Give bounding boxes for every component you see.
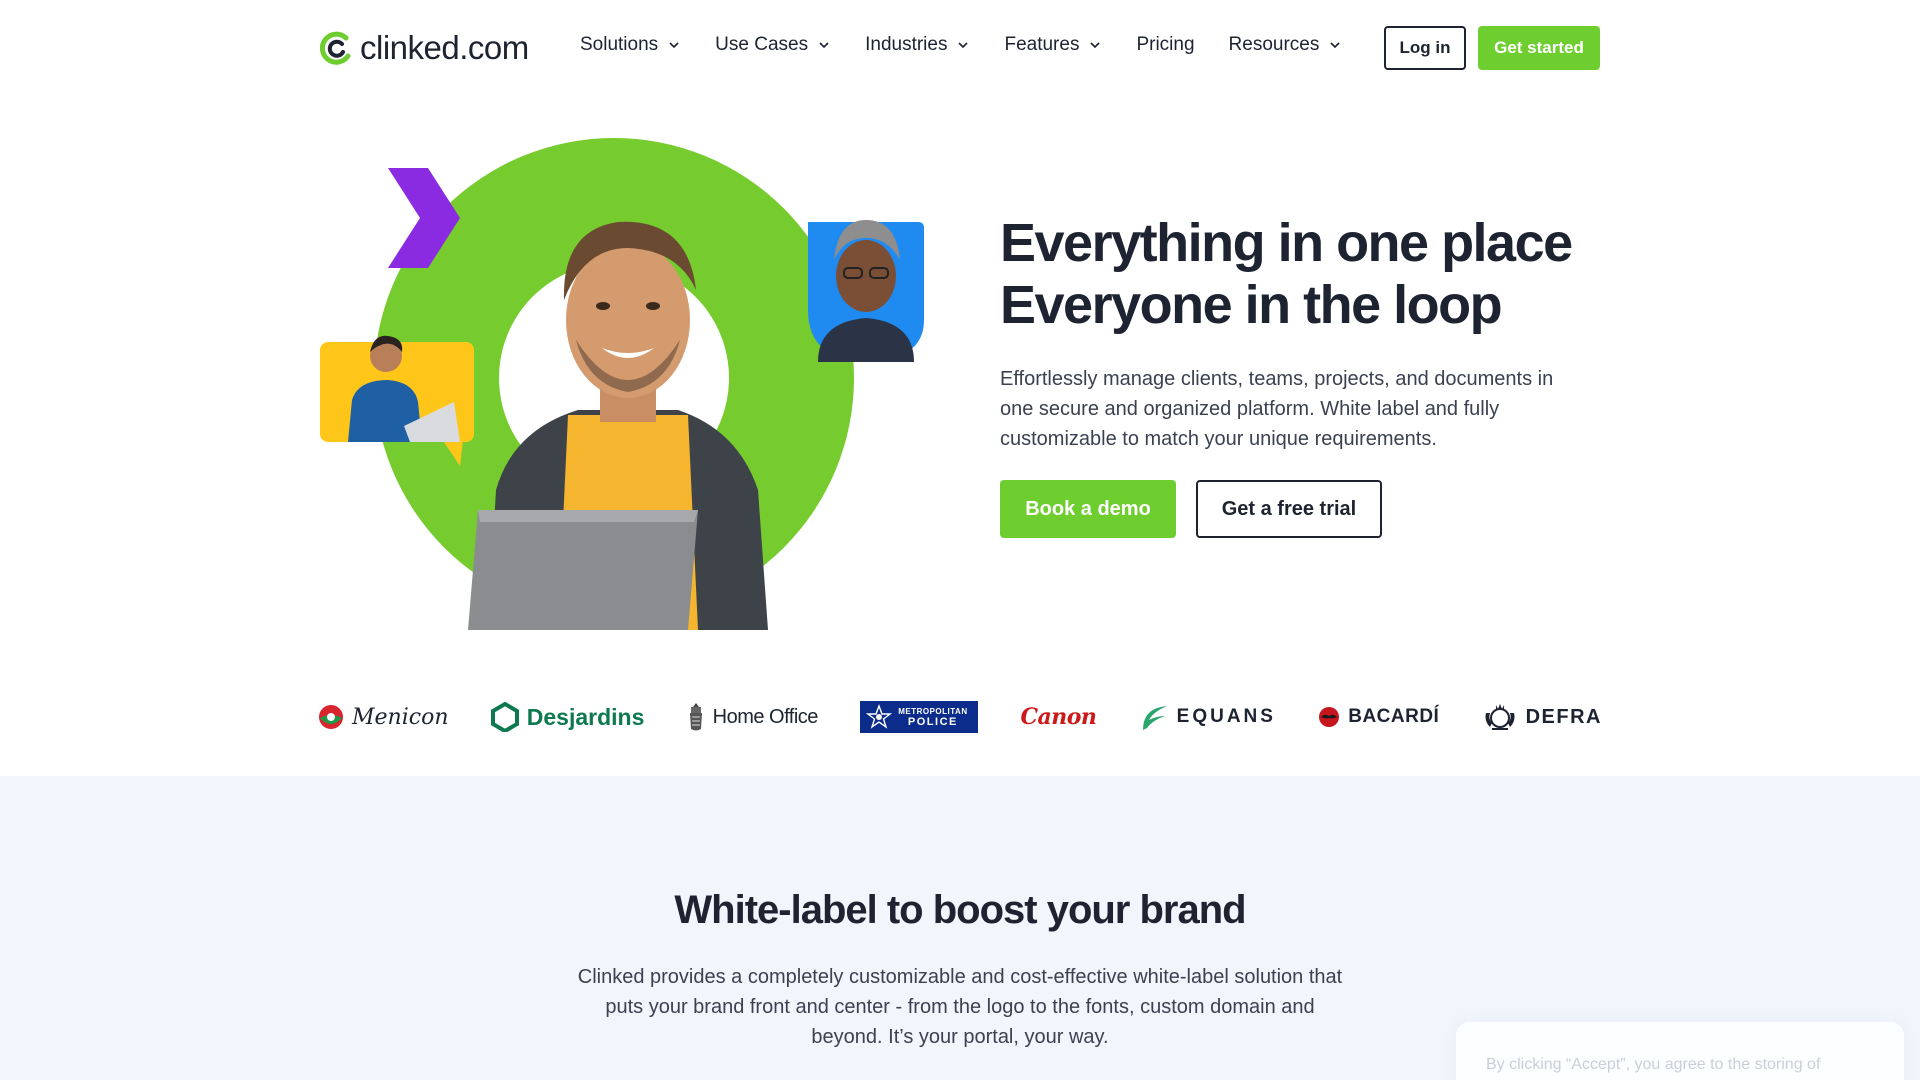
equans-wordmark: EQUANS	[1176, 706, 1276, 727]
met-police-wordmark: METROPOLITAN POLICE	[898, 707, 967, 728]
nav-use-cases-label: Use Cases	[715, 34, 809, 55]
client-logos-strip: Menicon Desjardins Home Office METROPOLI…	[318, 694, 1602, 740]
book-demo-button[interactable]: Book a demo	[1000, 480, 1176, 538]
defra-wordmark: DEFRA	[1525, 705, 1602, 728]
bacardi-bat-icon	[1319, 707, 1340, 727]
hero-title-line1: Everything in one place	[1000, 213, 1573, 273]
logo-home-office: Home Office	[687, 701, 818, 733]
equans-leaf-icon	[1142, 706, 1167, 730]
nav-pricing-label: Pricing	[1136, 34, 1195, 55]
hero-cta-group: Book a demo Get a free trial	[1000, 480, 1600, 538]
menicon-mark-icon	[319, 705, 343, 729]
nav-industries[interactable]: Industries	[865, 34, 970, 56]
nav-resources-label: Resources	[1228, 34, 1320, 55]
cookie-banner-text: By clicking “Accept”, you agree to the s…	[1486, 1056, 1821, 1073]
bacardi-wordmark: BACARDÍ	[1348, 706, 1440, 727]
chevron-down-icon	[958, 42, 969, 49]
nav-solutions-label: Solutions	[580, 34, 659, 55]
hero-content: Everything in one place Everyone in the …	[1000, 212, 1600, 538]
menicon-wordmark: Menicon	[352, 704, 449, 730]
desjardins-wordmark: Desjardins	[526, 703, 645, 730]
chevron-down-icon	[1090, 42, 1101, 49]
desjardins-hexagon-icon	[490, 702, 519, 732]
met-police-star-icon	[866, 704, 893, 729]
logo-defra: DEFRA	[1482, 701, 1602, 733]
nav-pricing[interactable]: Pricing	[1136, 34, 1194, 56]
chevron-down-icon	[669, 42, 679, 49]
get-started-button[interactable]: Get started	[1478, 26, 1600, 70]
canon-wordmark: Canon	[1020, 704, 1097, 730]
hero-illustration	[318, 130, 928, 630]
nav-features-label: Features	[1004, 34, 1080, 55]
home-office-wordmark: Home Office	[712, 705, 819, 728]
nav-resources[interactable]: Resources	[1229, 34, 1343, 56]
defra-royal-crest-icon	[1485, 704, 1515, 730]
home-office-crest-icon	[689, 703, 702, 731]
hero-title-line2: Everyone in the loop	[1000, 275, 1503, 335]
login-button[interactable]: Log in	[1384, 26, 1466, 70]
logo-bacardi: BACARDÍ	[1318, 706, 1439, 728]
chevron-down-icon	[1330, 42, 1340, 49]
met-police-line2: POLICE	[907, 716, 958, 728]
main-nav: Solutions Use Cases Industries Features …	[580, 34, 1376, 56]
free-trial-button[interactable]: Get a free trial	[1196, 480, 1382, 538]
logo-desjardins: Desjardins	[490, 702, 645, 732]
nav-use-cases[interactable]: Use Cases	[715, 34, 831, 56]
hero-illustration-svg	[320, 138, 924, 630]
logo-text: clinked.com	[360, 29, 529, 66]
white-label-title: White-label to boost your brand	[674, 888, 1246, 932]
site-header: clinked.com Solutions Use Cases Industri…	[0, 0, 1920, 96]
nav-features[interactable]: Features	[1004, 34, 1102, 56]
cookie-banner: By clicking “Accept”, you agree to the s…	[1456, 1022, 1904, 1080]
clinked-logo-icon	[319, 31, 351, 65]
clinked-logo[interactable]: clinked.com	[318, 28, 529, 68]
hero-title: Everything in one place Everyone in the …	[1000, 212, 1600, 336]
blue-portrait-card	[808, 220, 924, 362]
hero-description: Effortlessly manage clients, teams, proj…	[1000, 368, 1554, 450]
logo-canon: Canon	[1020, 704, 1096, 730]
nav-solutions[interactable]: Solutions	[580, 34, 681, 56]
chevron-down-icon	[819, 42, 829, 49]
nav-industries-label: Industries	[865, 34, 948, 55]
logo-equans: EQUANS	[1139, 702, 1276, 732]
white-label-description: Clinked provides a completely customizab…	[577, 966, 1343, 1048]
logo-met-police: METROPOLITAN POLICE	[860, 701, 979, 733]
logo-menicon: Menicon	[318, 704, 449, 730]
